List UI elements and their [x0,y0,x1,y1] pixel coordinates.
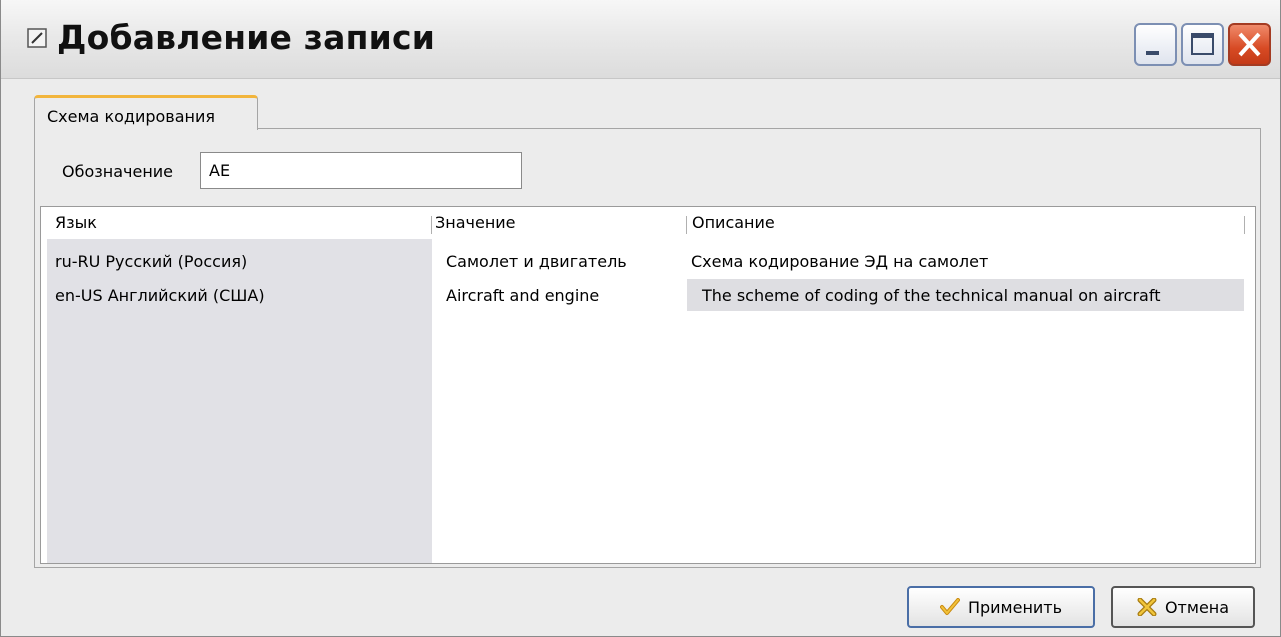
notepad-icon [27,28,47,48]
grid-header: Язык Значение Описание [41,207,1255,239]
cell-value[interactable]: Самолет и двигатель [446,252,627,271]
column-header-description[interactable]: Описание [692,207,775,239]
cell-description[interactable]: The scheme of coding of the technical ma… [702,286,1160,305]
close-button[interactable] [1228,23,1271,66]
column-divider[interactable] [1244,216,1245,234]
minimize-icon [1146,51,1159,55]
column-header-value[interactable]: Значение [435,207,516,239]
cell-value[interactable]: Aircraft and engine [446,286,599,305]
maximize-icon [1191,33,1214,55]
close-icon [1238,32,1261,57]
cancel-button[interactable]: Отмена [1111,586,1255,628]
cross-icon [1137,598,1157,616]
apply-button[interactable]: Применить [907,586,1095,628]
dialog-window: Добавление записи Схема кодирования Обоз… [0,0,1281,637]
apply-button-label: Применить [967,597,1063,617]
window-title: Добавление записи [57,18,436,57]
tab-coding-scheme[interactable]: Схема кодирования [34,95,258,130]
designation-label: Обозначение [62,162,174,181]
cell-description[interactable]: Схема кодирование ЭД на самолет [691,252,988,271]
column-divider[interactable] [431,216,432,234]
column-header-language[interactable]: Язык [55,207,97,239]
column-divider[interactable] [686,216,687,234]
cell-language[interactable]: ru-RU Русский (Россия) [55,252,247,271]
cell-language[interactable]: en-US Английский (США) [55,286,265,305]
cancel-button-label: Отмена [1164,597,1230,617]
translations-grid[interactable]: Язык Значение Описание ru-RU Русский (Ро… [40,206,1256,564]
minimize-button[interactable] [1134,23,1177,66]
title-bar[interactable]: Добавление записи [1,0,1280,79]
designation-input[interactable] [200,152,522,189]
maximize-button[interactable] [1181,23,1224,66]
checkmark-icon [939,598,960,615]
